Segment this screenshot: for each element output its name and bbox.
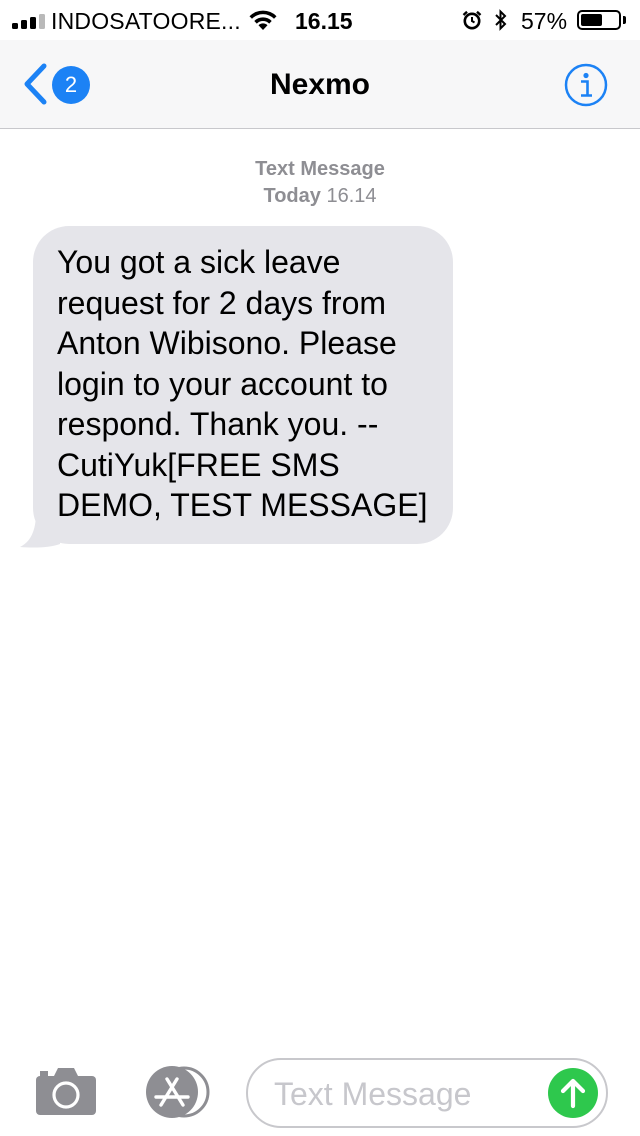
battery-level <box>581 14 602 26</box>
camera-icon[interactable] <box>34 1066 98 1116</box>
battery-percent: 57% <box>521 8 568 34</box>
unread-count-badge[interactable]: 2 <box>52 66 90 104</box>
messages-screen: INDOSATOORE... 16.15 57% 2 Nexmo Text Me… <box>0 0 640 1136</box>
message-input[interactable]: Text Message <box>246 1058 608 1128</box>
wifi-icon <box>249 10 277 30</box>
signal-icon <box>12 13 45 29</box>
message-bubble[interactable]: You got a sick leave request for 2 days … <box>33 226 453 544</box>
message-type-label: Text Message <box>255 158 385 180</box>
message-timestamp: Text Message Today 16.14 <box>0 156 640 210</box>
battery-icon <box>577 10 621 30</box>
carrier-name: INDOSATOORE... <box>51 8 241 34</box>
incoming-message[interactable]: You got a sick leave request for 2 days … <box>20 226 453 548</box>
send-button[interactable] <box>548 1068 598 1118</box>
back-chevron-icon[interactable] <box>22 62 48 106</box>
send-arrow-icon <box>560 1078 586 1109</box>
appstore-icon[interactable] <box>140 1066 212 1118</box>
conversation-title: Nexmo <box>269 68 371 101</box>
status-bar: INDOSATOORE... 16.15 57% <box>0 0 640 40</box>
status-time: 16.15 <box>295 8 353 34</box>
navigation-bar: 2 Nexmo <box>0 40 640 129</box>
info-icon[interactable] <box>564 63 608 107</box>
message-input-placeholder: Text Message <box>274 1076 472 1112</box>
alarm-icon <box>462 10 482 30</box>
message-day: Today <box>263 185 321 207</box>
message-time: 16.14 <box>326 185 377 207</box>
bluetooth-icon <box>495 9 507 31</box>
battery-tip <box>623 16 626 24</box>
